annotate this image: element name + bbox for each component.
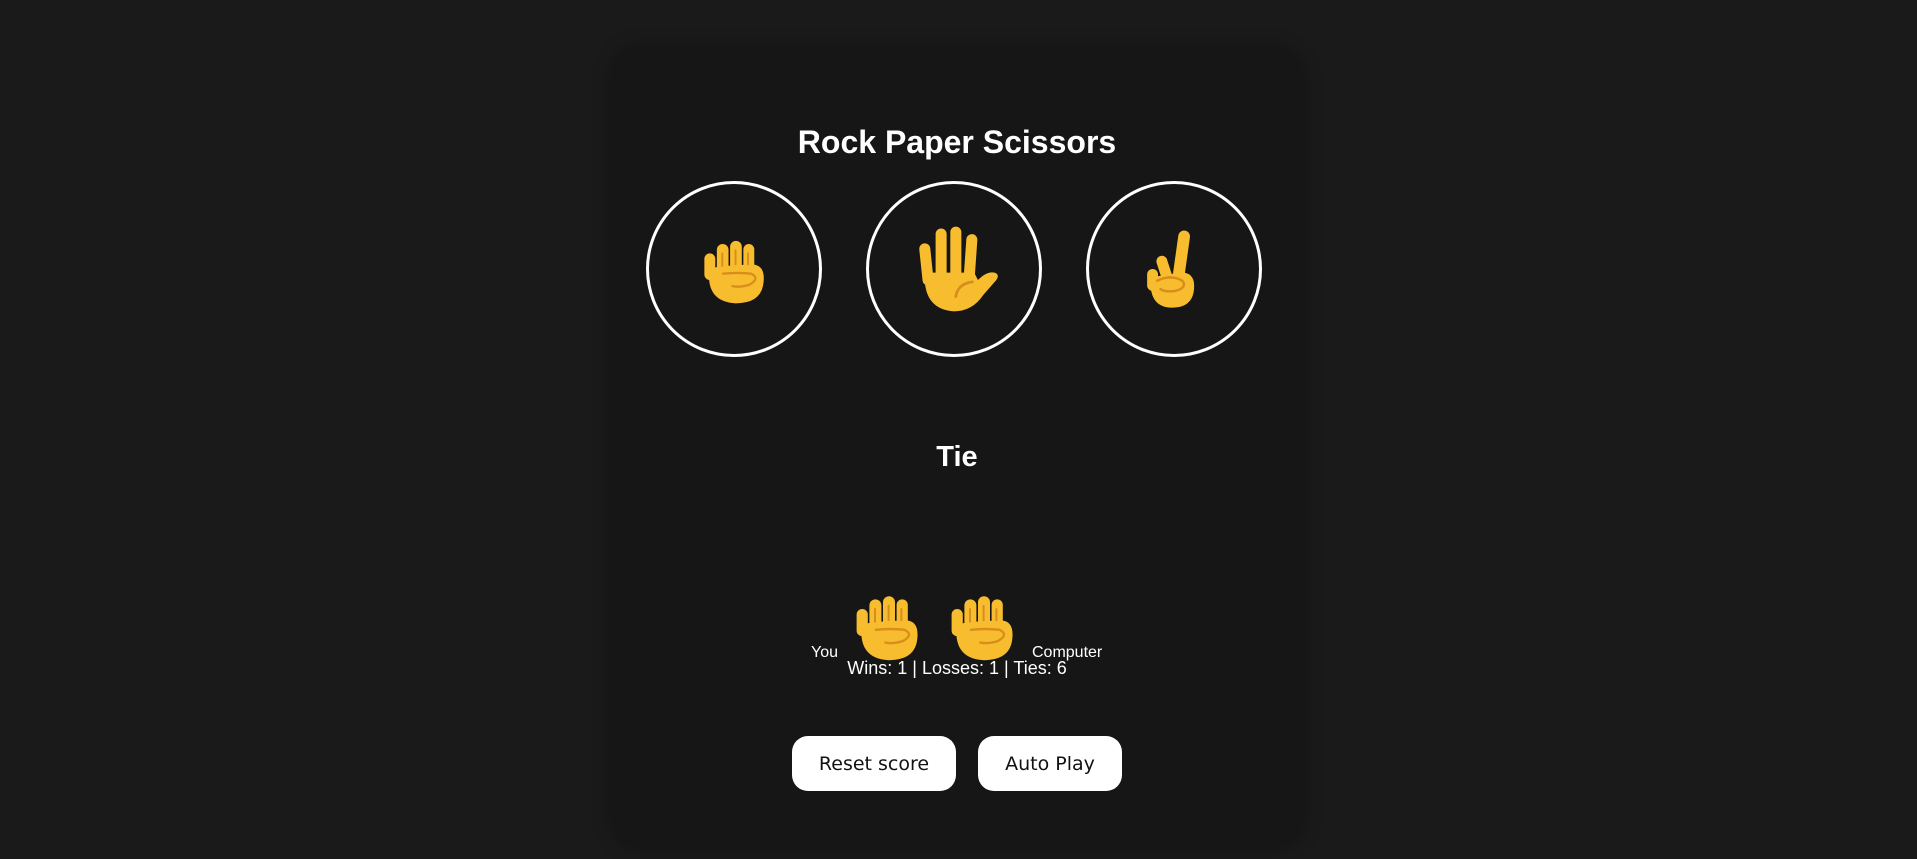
reset-score-button[interactable]: Reset score (792, 736, 956, 791)
auto-play-button[interactable]: Auto Play (978, 736, 1122, 791)
page-title: Rock Paper Scissors (797, 124, 1117, 160)
result-text: Tie (936, 441, 978, 473)
rock-move-button[interactable] (646, 181, 822, 357)
fist-icon (695, 230, 773, 308)
raised-hand-icon (908, 223, 1000, 315)
score-text: Wins: 1 | Losses: 1 | Ties: 6 (847, 658, 1067, 678)
scissors-move-button[interactable] (1086, 181, 1262, 357)
paper-move-button[interactable] (866, 181, 1042, 357)
moves-display: You Computer (614, 530, 1300, 660)
victory-hand-icon (1132, 227, 1216, 311)
computer-fist-icon (942, 585, 1022, 665)
game-card: Rock Paper Scissors Tie You Computer Win… (614, 50, 1300, 845)
player-fist-icon (847, 585, 927, 665)
